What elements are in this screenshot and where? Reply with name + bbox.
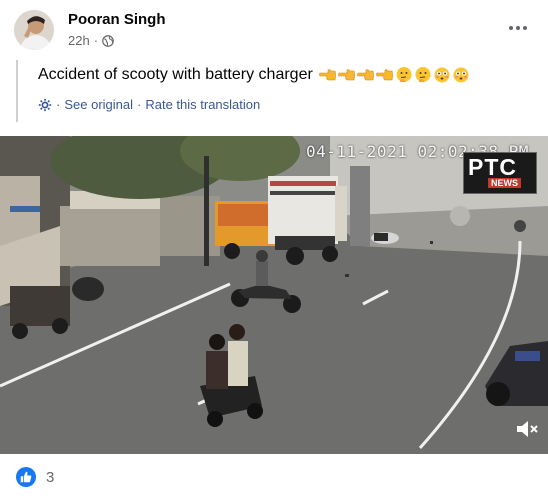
logo-subtext: NEWS — [488, 178, 521, 188]
pointing-left-icon — [318, 69, 336, 81]
post-text: Accident of scooty with battery charger — [38, 66, 313, 83]
logo-text: PTC — [468, 154, 517, 180]
flushed-face-icon — [453, 67, 469, 83]
author-name[interactable]: Pooran Singh — [68, 11, 166, 28]
dot-icon — [516, 26, 520, 30]
thinking-face-icon — [396, 67, 412, 82]
translation-links: · See original · Rate this translation — [38, 97, 260, 112]
see-original-link[interactable]: See original — [64, 97, 133, 112]
pointing-left-icon — [337, 69, 355, 81]
more-options-button[interactable] — [506, 16, 530, 40]
post-header: Pooran Singh 22h · — [0, 0, 548, 56]
reactions-bar[interactable]: 3 — [16, 466, 54, 488]
gear-icon — [38, 98, 52, 111]
meta-separator: · — [93, 33, 99, 48]
pointing-left-icon — [356, 69, 374, 81]
mute-button[interactable] — [514, 417, 540, 441]
reaction-count[interactable]: 3 — [46, 469, 54, 486]
dot-icon — [509, 26, 513, 30]
translated-text-block: Accident of scooty with battery charger … — [16, 60, 534, 122]
pointing-left-icon — [375, 69, 393, 81]
post-time[interactable]: 22h — [68, 33, 90, 48]
dot-icon — [523, 26, 527, 30]
avatar-image — [14, 10, 54, 50]
globe-icon — [102, 34, 114, 47]
flushed-face-icon — [434, 67, 450, 83]
channel-logo: PTC NEWS — [463, 152, 537, 194]
avatar[interactable] — [14, 10, 54, 50]
like-icon — [16, 467, 36, 487]
link-separator: · — [56, 97, 61, 112]
thumbs-up-icon — [20, 471, 32, 483]
link-separator: · — [137, 97, 142, 112]
post-meta: 22h · — [68, 33, 114, 48]
emoji-row — [318, 66, 470, 84]
rate-translation-link[interactable]: Rate this translation — [145, 97, 260, 112]
speaker-muted-icon — [517, 421, 538, 437]
thinking-face-icon — [415, 67, 431, 82]
post-message: Accident of scooty with battery charger — [38, 66, 470, 84]
